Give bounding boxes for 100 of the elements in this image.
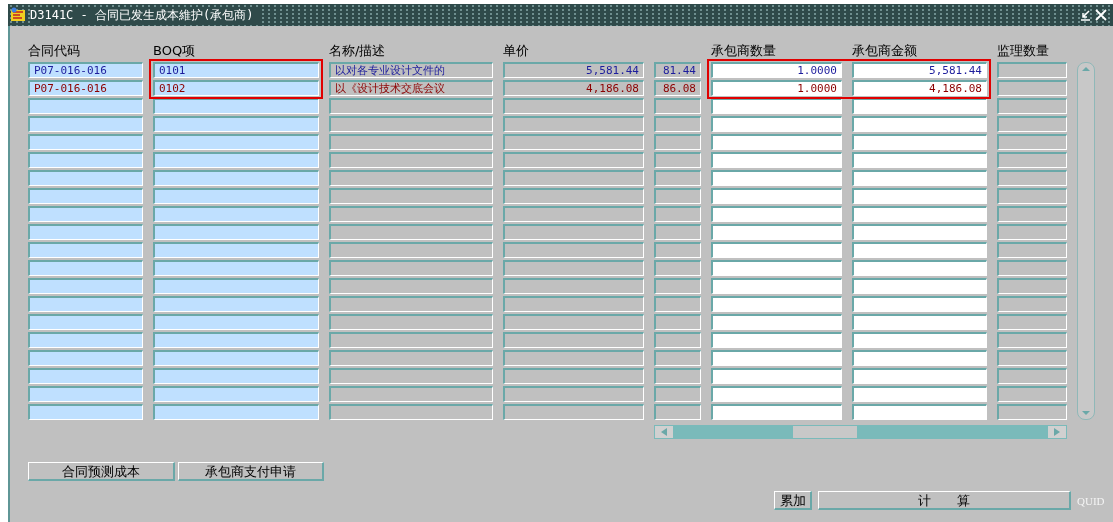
- form-field[interactable]: [329, 350, 493, 366]
- form-field[interactable]: [329, 134, 493, 150]
- form-field[interactable]: [654, 134, 701, 150]
- form-field[interactable]: [654, 404, 701, 420]
- form-field[interactable]: [153, 170, 319, 186]
- form-field[interactable]: [153, 314, 319, 330]
- form-field[interactable]: [329, 368, 493, 384]
- form-field[interactable]: [711, 260, 842, 276]
- form-field[interactable]: [329, 404, 493, 420]
- form-field[interactable]: [997, 386, 1067, 402]
- vertical-scrollbar[interactable]: [1077, 62, 1095, 420]
- form-field[interactable]: [711, 314, 842, 330]
- form-field[interactable]: [852, 206, 987, 222]
- form-field[interactable]: [852, 170, 987, 186]
- form-field[interactable]: [654, 116, 701, 132]
- form-field[interactable]: [503, 314, 644, 330]
- form-field[interactable]: [503, 350, 644, 366]
- form-field[interactable]: [329, 296, 493, 312]
- form-field[interactable]: [503, 260, 644, 276]
- form-field[interactable]: [997, 260, 1067, 276]
- form-field[interactable]: [852, 296, 987, 312]
- form-field[interactable]: P07-016-016: [28, 62, 143, 78]
- form-field[interactable]: [28, 134, 143, 150]
- form-field[interactable]: [28, 116, 143, 132]
- form-field[interactable]: [153, 404, 319, 420]
- form-field[interactable]: [28, 242, 143, 258]
- form-field[interactable]: [852, 260, 987, 276]
- form-field[interactable]: [654, 278, 701, 294]
- form-field[interactable]: [654, 332, 701, 348]
- form-field[interactable]: [153, 152, 319, 168]
- form-field[interactable]: [153, 116, 319, 132]
- form-field[interactable]: [997, 404, 1067, 420]
- form-field[interactable]: [997, 62, 1067, 78]
- form-field[interactable]: [28, 350, 143, 366]
- form-field[interactable]: [654, 386, 701, 402]
- action-button[interactable]: 计 算: [818, 491, 1071, 510]
- form-field[interactable]: 以《设计技术交底会议: [329, 80, 493, 96]
- form-field[interactable]: [503, 386, 644, 402]
- form-field[interactable]: [852, 314, 987, 330]
- form-field[interactable]: [997, 116, 1067, 132]
- form-field[interactable]: [503, 170, 644, 186]
- form-field[interactable]: 1.0000: [711, 80, 842, 96]
- form-field[interactable]: [852, 188, 987, 204]
- form-field[interactable]: [711, 242, 842, 258]
- form-field[interactable]: [329, 188, 493, 204]
- form-field[interactable]: [153, 242, 319, 258]
- form-field[interactable]: [28, 386, 143, 402]
- form-field[interactable]: [711, 278, 842, 294]
- form-field[interactable]: [654, 314, 701, 330]
- scroll-right-icon[interactable]: [1048, 426, 1066, 438]
- form-field[interactable]: [997, 224, 1067, 240]
- form-field[interactable]: [711, 404, 842, 420]
- form-field[interactable]: [329, 260, 493, 276]
- form-field[interactable]: P07-016-016: [28, 80, 143, 96]
- form-field[interactable]: 5,581.44: [503, 62, 644, 78]
- form-field[interactable]: [503, 404, 644, 420]
- form-field[interactable]: 0102: [153, 80, 319, 96]
- form-field[interactable]: [329, 206, 493, 222]
- form-field[interactable]: 5,581.44: [852, 62, 987, 78]
- form-field[interactable]: [997, 80, 1067, 96]
- form-field[interactable]: [852, 134, 987, 150]
- form-field[interactable]: [28, 188, 143, 204]
- form-field[interactable]: [711, 224, 842, 240]
- form-field[interactable]: [997, 170, 1067, 186]
- form-field[interactable]: [852, 350, 987, 366]
- form-field[interactable]: [711, 332, 842, 348]
- form-field[interactable]: [329, 98, 493, 114]
- form-field[interactable]: [654, 206, 701, 222]
- form-field[interactable]: [153, 386, 319, 402]
- form-field[interactable]: [852, 224, 987, 240]
- form-field[interactable]: [654, 170, 701, 186]
- scroll-left-icon[interactable]: [655, 426, 673, 438]
- form-field[interactable]: [503, 332, 644, 348]
- form-field[interactable]: [711, 152, 842, 168]
- form-field[interactable]: [503, 206, 644, 222]
- form-field[interactable]: [711, 350, 842, 366]
- form-field[interactable]: [28, 206, 143, 222]
- form-field[interactable]: [28, 368, 143, 384]
- form-field[interactable]: 81.44: [654, 62, 701, 78]
- form-field[interactable]: [654, 152, 701, 168]
- form-field[interactable]: [654, 224, 701, 240]
- horizontal-scrollbar[interactable]: [654, 425, 1067, 439]
- action-button[interactable]: 合同预测成本: [28, 462, 175, 481]
- form-field[interactable]: [28, 224, 143, 240]
- form-field[interactable]: [852, 404, 987, 420]
- form-field[interactable]: [711, 206, 842, 222]
- form-field[interactable]: [28, 332, 143, 348]
- form-field[interactable]: [28, 314, 143, 330]
- form-field[interactable]: [654, 98, 701, 114]
- form-field[interactable]: [654, 242, 701, 258]
- form-field[interactable]: [503, 152, 644, 168]
- form-field[interactable]: [503, 242, 644, 258]
- form-field[interactable]: [503, 98, 644, 114]
- form-field[interactable]: [329, 386, 493, 402]
- scroll-thumb[interactable]: [793, 426, 857, 438]
- form-field[interactable]: [997, 134, 1067, 150]
- form-field[interactable]: [503, 188, 644, 204]
- form-field[interactable]: [329, 224, 493, 240]
- form-field[interactable]: [711, 296, 842, 312]
- form-field[interactable]: [654, 296, 701, 312]
